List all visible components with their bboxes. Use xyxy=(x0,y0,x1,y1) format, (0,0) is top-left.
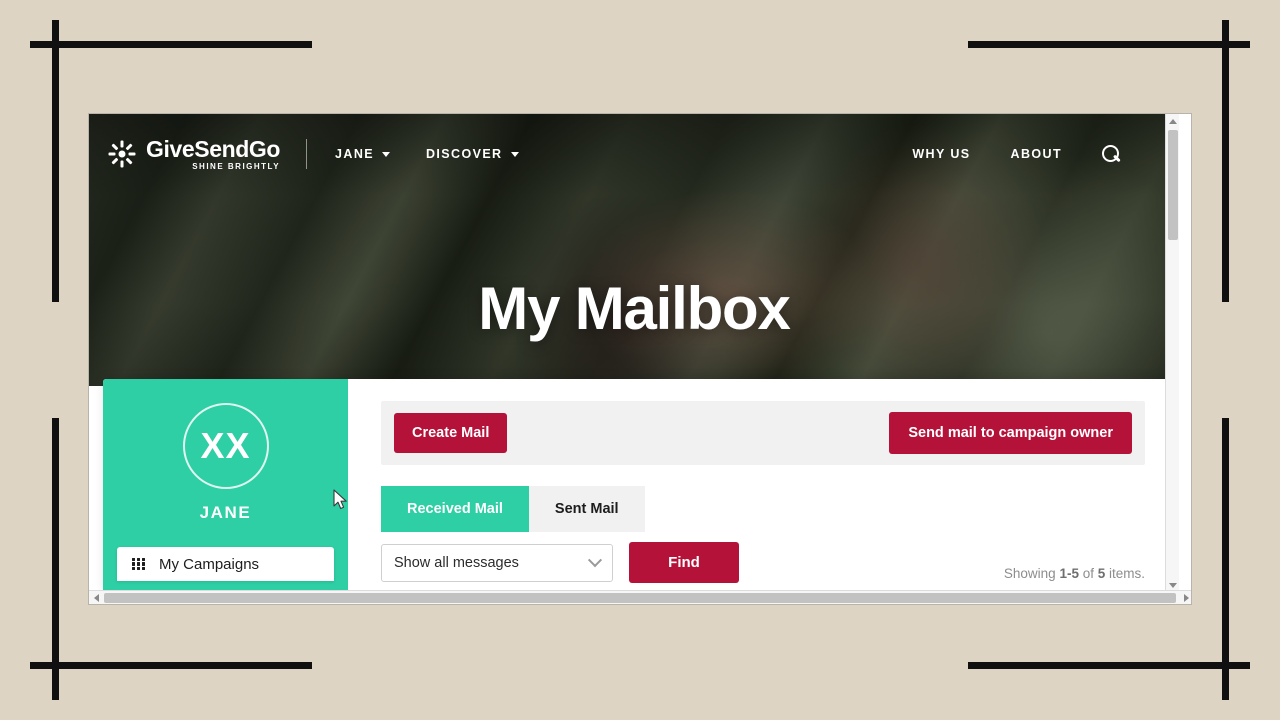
navbar-divider xyxy=(306,139,308,169)
action-bar: Create Mail Send mail to campaign owner xyxy=(381,401,1145,465)
create-mail-button[interactable]: Create Mail xyxy=(394,413,508,453)
frame-bracket-top-left-vertical xyxy=(52,20,59,302)
brand-logo[interactable]: GiveSendGo SHINE BRIGHTLY xyxy=(107,135,281,171)
scroll-right-arrow-icon[interactable] xyxy=(1179,591,1191,604)
nav-item-about[interactable]: ABOUT xyxy=(1011,147,1062,161)
chevron-down-icon xyxy=(382,151,390,157)
frame-bracket-bottom-right-vertical xyxy=(1222,418,1229,700)
showing-count: Showing 1-5 of 5 items. xyxy=(1004,566,1145,583)
showing-suffix: items. xyxy=(1105,566,1145,581)
mail-tabs: Received Mail Sent Mail xyxy=(381,486,1145,532)
message-filter-select[interactable]: Show all messages xyxy=(381,543,613,582)
brand-tagline: SHINE BRIGHTLY xyxy=(192,161,281,171)
page-title: My Mailbox xyxy=(478,275,791,342)
site-navbar: GiveSendGo SHINE BRIGHTLY JANE DISCOVER … xyxy=(89,114,1179,194)
navbar-right-menu: WHY US ABOUT xyxy=(912,144,1121,164)
horizontal-scrollbar[interactable] xyxy=(89,590,1191,604)
frame-bracket-bottom-right-horizontal xyxy=(968,662,1250,669)
nav-item-why-us-label: WHY US xyxy=(912,147,971,161)
mailbox-pane: Create Mail Send mail to campaign owner … xyxy=(348,379,1169,592)
tabs-filler xyxy=(645,531,1145,532)
browser-window: GiveSendGo SHINE BRIGHTLY JANE DISCOVER … xyxy=(88,113,1192,605)
tab-sent-mail[interactable]: Sent Mail xyxy=(528,486,645,532)
showing-middle: of xyxy=(1078,566,1098,581)
brand-name: GiveSendGo xyxy=(146,135,281,162)
horizontal-scrollbar-thumb[interactable] xyxy=(104,593,1176,603)
frame-bracket-bottom-left-vertical xyxy=(52,418,59,700)
showing-range: 1-5 xyxy=(1059,566,1079,581)
tab-received-mail[interactable]: Received Mail xyxy=(381,486,529,532)
find-button[interactable]: Find xyxy=(629,542,739,583)
scroll-left-arrow-icon[interactable] xyxy=(89,591,103,604)
chevron-down-icon xyxy=(587,552,603,567)
page-viewport: GiveSendGo SHINE BRIGHTLY JANE DISCOVER … xyxy=(89,114,1179,592)
avatar: XX xyxy=(182,403,269,489)
nav-item-about-label: ABOUT xyxy=(1010,147,1062,161)
send-mail-to-campaign-owner-button[interactable]: Send mail to campaign owner xyxy=(889,412,1132,454)
frame-bracket-top-right-vertical xyxy=(1222,20,1229,302)
message-filter-value: Show all messages xyxy=(394,554,519,571)
profile-sidebar: XX JANE My Campaigns xyxy=(103,379,348,592)
nav-item-discover[interactable]: DISCOVER xyxy=(426,147,519,161)
frame-bracket-bottom-left-horizontal xyxy=(30,662,312,669)
sidebar-item-my-campaigns-label: My Campaigns xyxy=(159,555,260,573)
nav-item-why-us[interactable]: WHY US xyxy=(912,147,970,161)
grid-icon xyxy=(132,557,145,571)
search-icon[interactable] xyxy=(1102,144,1121,164)
navbar-left-menu: JANE DISCOVER xyxy=(335,147,519,161)
frame-bracket-top-left-horizontal xyxy=(30,41,312,48)
nav-item-jane[interactable]: JANE xyxy=(335,147,390,161)
chevron-down-icon xyxy=(510,151,519,157)
sidebar-menu: My Campaigns xyxy=(103,547,348,581)
sunburst-logo-icon xyxy=(107,139,137,169)
nav-item-jane-label: JANE xyxy=(335,147,374,161)
frame-bracket-top-right-horizontal xyxy=(968,41,1250,48)
sidebar-item-my-campaigns[interactable]: My Campaigns xyxy=(117,547,334,581)
showing-prefix: Showing xyxy=(1003,566,1060,581)
profile-name: JANE xyxy=(199,503,252,522)
nav-item-discover-label: DISCOVER xyxy=(426,147,503,161)
filter-row: Show all messages Find Showing 1-5 of 5 … xyxy=(381,532,1145,583)
content-card: XX JANE My Campaigns Create Mail Send ma… xyxy=(103,379,1169,592)
